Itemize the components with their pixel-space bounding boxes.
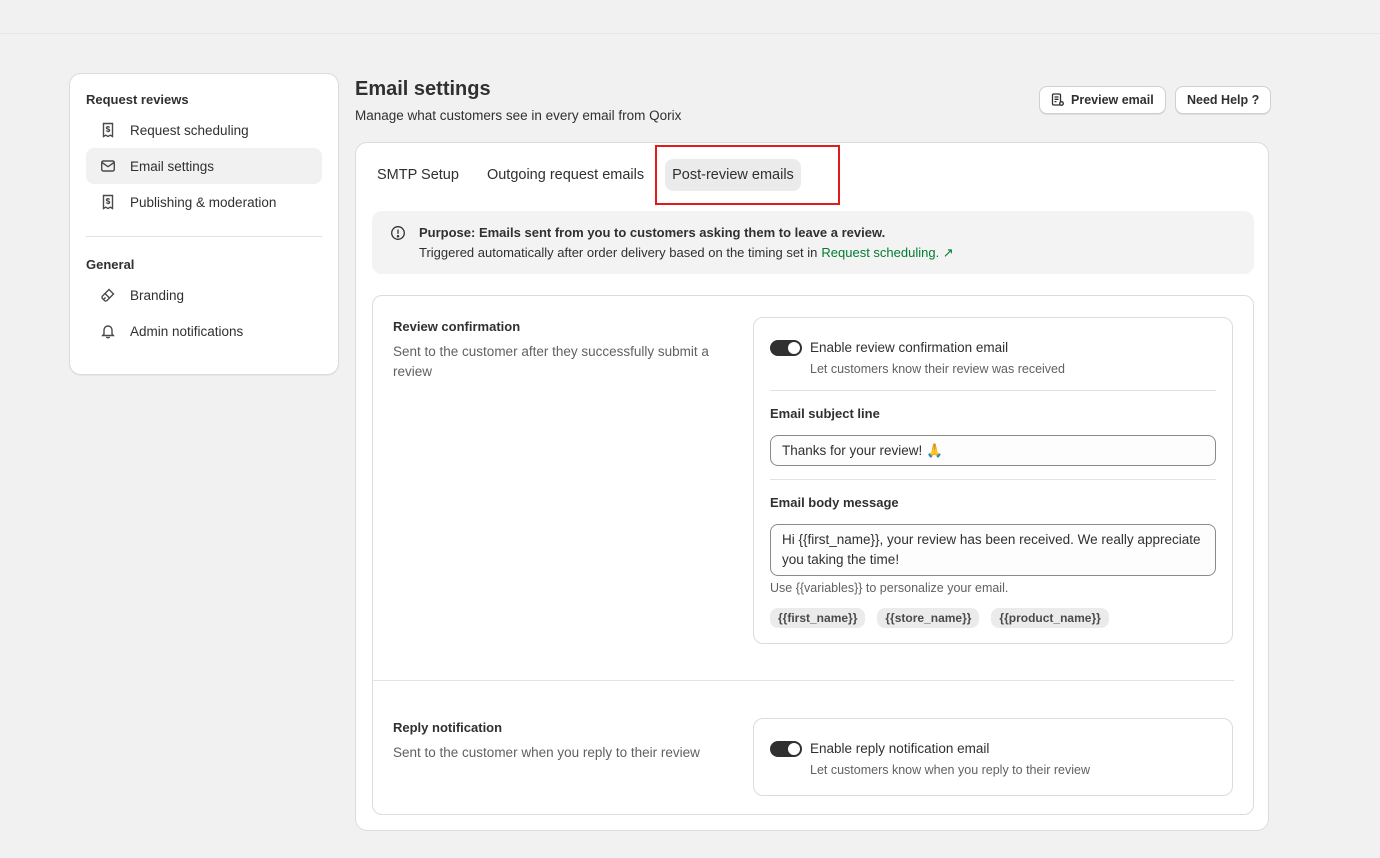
variable-chip-product-name[interactable]: {{product_name}} — [991, 608, 1109, 628]
tab-outgoing-request-emails[interactable]: Outgoing request emails — [480, 159, 651, 191]
sidebar-item-email-settings[interactable]: Email settings — [86, 148, 322, 184]
banner-text: Triggered automatically after order deli… — [419, 245, 818, 260]
review-confirmation-title: Review confirmation — [393, 319, 521, 334]
sidebar-item-label: Email settings — [130, 158, 215, 174]
tab-smtp-setup[interactable]: SMTP Setup — [370, 159, 466, 191]
sidebar-item-admin-notifications[interactable]: Admin notifications — [86, 313, 322, 349]
sidebar-item-label: Request scheduling — [130, 122, 249, 138]
sidebar-item-branding[interactable]: Branding — [86, 277, 322, 313]
sidebar-section-title: Request reviews — [86, 92, 189, 107]
post-review-emails-section: Review confirmation Sent to the customer… — [372, 295, 1254, 815]
review-confirmation-toggle-help: Let customers know their review was rece… — [810, 362, 1065, 376]
need-help-label: Need Help ? — [1187, 93, 1260, 107]
receipt-dollar-icon — [98, 120, 118, 140]
divider — [770, 479, 1216, 480]
sidebar-item-label: Admin notifications — [130, 323, 244, 339]
reply-notification-title: Reply notification — [393, 720, 503, 735]
variable-chip-first-name[interactable]: {{first_name}} — [770, 608, 866, 628]
review-confirmation-toggle[interactable] — [770, 340, 802, 356]
page-subtitle: Manage what customers see in every email… — [355, 108, 682, 123]
divider — [770, 390, 1216, 391]
sidebar-item-label: Branding — [130, 287, 185, 303]
tab-bar: SMTP Setup Outgoing request emails Post-… — [370, 159, 815, 191]
tab-post-review-emails[interactable]: Post-review emails — [665, 159, 801, 191]
subject-line-label: Email subject line — [770, 406, 880, 421]
banner-title: Purpose: Emails sent from you to custome… — [419, 225, 886, 240]
need-help-button[interactable]: Need Help ? — [1175, 86, 1272, 114]
purpose-banner: Purpose: Emails sent from you to custome… — [372, 211, 1254, 274]
reply-notification-toggle-label: Enable reply notification email — [810, 741, 990, 756]
sidebar-item-request-scheduling[interactable]: Request scheduling — [86, 112, 322, 148]
bell-icon — [98, 321, 118, 341]
body-message-label: Email body message — [770, 495, 899, 510]
review-confirmation-settings: Enable review confirmation email Let cus… — [753, 317, 1233, 644]
body-message-textarea[interactable]: Hi {{first_name}}, your review has been … — [770, 524, 1216, 576]
email-icon — [98, 156, 118, 176]
variable-chip-store-name[interactable]: {{store_name}} — [877, 608, 980, 628]
banner-text-line: Triggered automatically after order deli… — [419, 243, 1254, 263]
page-title: Email settings — [355, 78, 491, 100]
reply-notification-settings: Enable reply notification email Let cust… — [753, 718, 1233, 796]
top-bar — [0, 0, 1380, 34]
sidebar-item-label: Publishing & moderation — [130, 194, 277, 210]
review-confirmation-toggle-label: Enable review confirmation email — [810, 340, 1009, 355]
sidebar-item-publishing-moderation[interactable]: Publishing & moderation — [86, 184, 322, 220]
reply-notification-description: Sent to the customer when you reply to t… — [393, 745, 700, 760]
subject-line-input[interactable]: Thanks for your review! 🙏 — [770, 435, 1216, 466]
review-confirmation-description: Sent to the customer after they successf… — [393, 344, 709, 379]
variable-chips: {{first_name}} {{store_name}} {{product_… — [770, 608, 1121, 628]
request-scheduling-link[interactable]: Request scheduling. ↗ — [821, 245, 953, 260]
document-gear-icon — [1051, 93, 1065, 107]
receipt-dollar-icon — [98, 192, 118, 212]
sidebar-section-title: General — [86, 257, 135, 272]
paint-brush-icon — [98, 285, 118, 305]
reply-notification-toggle[interactable] — [770, 741, 802, 757]
preview-email-button[interactable]: Preview email — [1039, 86, 1166, 114]
info-icon — [390, 225, 406, 241]
email-settings-card: SMTP Setup Outgoing request emails Post-… — [355, 142, 1269, 831]
preview-email-label: Preview email — [1071, 93, 1154, 107]
sidebar-divider — [86, 236, 322, 237]
reply-notification-toggle-help: Let customers know when you reply to the… — [810, 763, 1090, 777]
section-divider — [373, 680, 1234, 681]
variables-help-text: Use {{variables}} to personalize your em… — [770, 581, 1009, 595]
settings-sidebar: Request reviews Request scheduling Email… — [69, 73, 339, 375]
